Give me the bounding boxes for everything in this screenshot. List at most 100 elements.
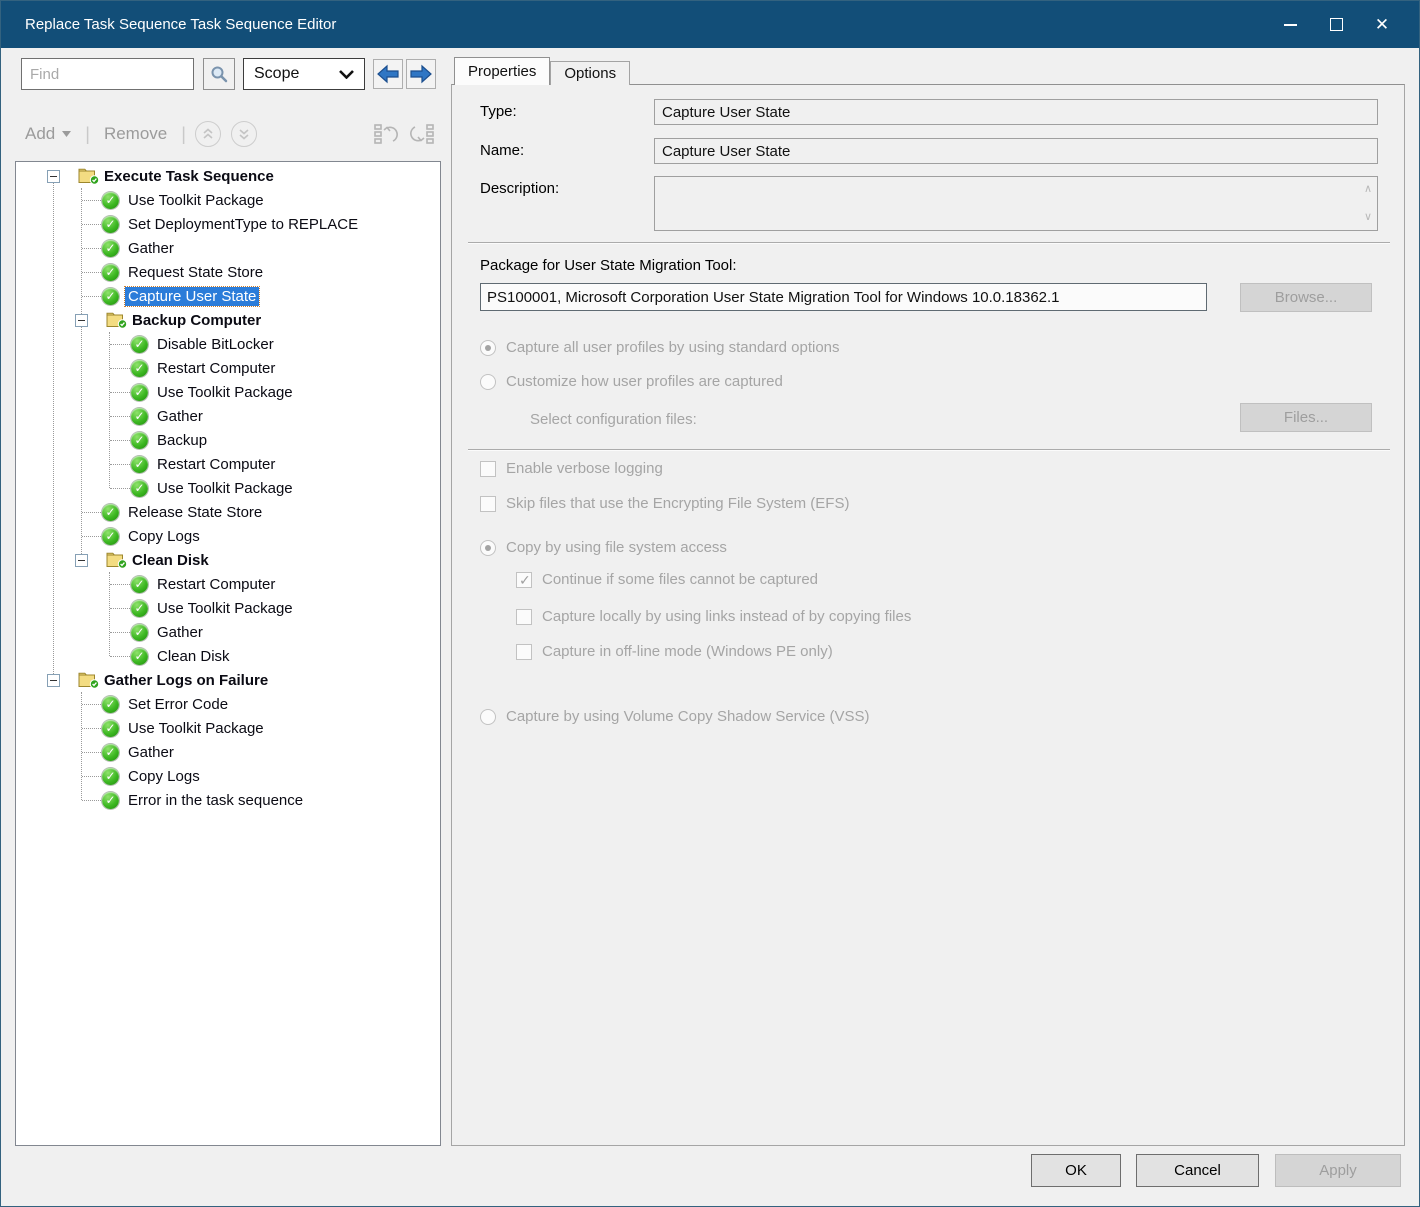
- tree-expander[interactable]: [75, 554, 88, 567]
- tree-item-label: Gather: [128, 240, 174, 257]
- tree-item-selected[interactable]: Capture User State: [16, 284, 440, 308]
- tree-item[interactable]: Use Toolkit Package: [16, 188, 440, 212]
- tree-item-label: Clean Disk: [132, 552, 209, 569]
- folder-icon: [78, 167, 100, 185]
- continue-files-checkbox[interactable]: [516, 572, 532, 588]
- tree-item[interactable]: Error in the task sequence: [16, 788, 440, 812]
- capture-links-checkbox[interactable]: [516, 609, 532, 625]
- tree-expander[interactable]: [47, 674, 60, 687]
- tree-item[interactable]: Use Toolkit Package: [16, 476, 440, 500]
- tree-item[interactable]: Clean Disk: [16, 644, 440, 668]
- verbose-checkbox[interactable]: [480, 461, 496, 477]
- step-check-icon: [102, 720, 119, 737]
- maximize-icon: [1330, 18, 1343, 31]
- tree-item[interactable]: Use Toolkit Package: [16, 596, 440, 620]
- tree-item[interactable]: Disable BitLocker: [16, 332, 440, 356]
- tab-properties[interactable]: Properties: [454, 57, 550, 85]
- add-button[interactable]: Add: [15, 124, 81, 144]
- tree-item-label: Backup Computer: [132, 312, 261, 329]
- tree-item[interactable]: Restart Computer: [16, 356, 440, 380]
- properties-panel: Type: Capture User State Name: Capture U…: [451, 84, 1405, 1146]
- type-value: Capture User State: [662, 104, 790, 121]
- tree-item[interactable]: Backup Computer: [16, 308, 440, 332]
- tree-item[interactable]: Set DeploymentType to REPLACE: [16, 212, 440, 236]
- capture-offline-checkbox[interactable]: [516, 644, 532, 660]
- tree-item[interactable]: Execute Task Sequence: [16, 164, 440, 188]
- tree-item[interactable]: Restart Computer: [16, 452, 440, 476]
- capture-standard-radio[interactable]: [480, 340, 496, 356]
- maximize-button[interactable]: [1313, 1, 1359, 48]
- find-next-button[interactable]: [406, 59, 436, 89]
- tree-item[interactable]: Gather Logs on Failure: [16, 668, 440, 692]
- step-check-icon: [131, 600, 148, 617]
- step-check-icon: [131, 624, 148, 641]
- description-field[interactable]: ∧ ∨: [654, 176, 1378, 231]
- tree-item[interactable]: Clean Disk: [16, 548, 440, 572]
- cancel-button[interactable]: Cancel: [1136, 1154, 1259, 1187]
- tree-item-label: Use Toolkit Package: [128, 720, 264, 737]
- tree-item-label: Request State Store: [128, 264, 263, 281]
- scope-dropdown[interactable]: Scope: [243, 58, 365, 90]
- step-check-icon: [102, 792, 119, 809]
- tree-item[interactable]: Copy Logs: [16, 524, 440, 548]
- copy-fs-row: Copy by using file system access: [480, 539, 727, 556]
- package-field[interactable]: PS100001, Microsoft Corporation User Sta…: [480, 283, 1207, 311]
- tree-expander[interactable]: [75, 314, 88, 327]
- files-button[interactable]: Files...: [1240, 403, 1372, 432]
- name-field[interactable]: Capture User State: [654, 138, 1378, 164]
- ok-button[interactable]: OK: [1031, 1154, 1121, 1187]
- close-button[interactable]: ✕: [1359, 1, 1405, 48]
- copy-fs-radio[interactable]: [480, 540, 496, 556]
- find-previous-button[interactable]: [373, 59, 403, 89]
- tree-item[interactable]: Gather: [16, 740, 440, 764]
- tree-item[interactable]: Use Toolkit Package: [16, 380, 440, 404]
- tree-item[interactable]: Backup: [16, 428, 440, 452]
- tree-item-label: Release State Store: [128, 504, 262, 521]
- tree-item[interactable]: Request State Store: [16, 260, 440, 284]
- step-check-icon: [131, 360, 148, 377]
- tree-item-label: Gather: [157, 624, 203, 641]
- tree-item[interactable]: Release State Store: [16, 500, 440, 524]
- tree-item[interactable]: Copy Logs: [16, 764, 440, 788]
- tree-item[interactable]: Gather: [16, 236, 440, 260]
- expand-groups-icon[interactable]: [409, 122, 435, 146]
- tree-item-label: Gather: [128, 744, 174, 761]
- tree-item[interactable]: Set Error Code: [16, 692, 440, 716]
- apply-button[interactable]: Apply: [1275, 1154, 1401, 1187]
- remove-button[interactable]: Remove: [94, 124, 177, 144]
- skip-efs-checkbox[interactable]: [480, 496, 496, 512]
- tree-item-label: Execute Task Sequence: [104, 168, 274, 185]
- tree-item-label: Use Toolkit Package: [157, 480, 293, 497]
- tree-item-label: Capture User State: [125, 287, 259, 306]
- title-bar: Replace Task Sequence Task Sequence Edit…: [1, 1, 1419, 48]
- capture-links-label: Capture locally by using links instead o…: [542, 608, 911, 625]
- tab-options[interactable]: Options: [550, 61, 630, 85]
- tree-item-label: Clean Disk: [157, 648, 230, 665]
- package-label: Package for User State Migration Tool:: [480, 257, 737, 274]
- tree-item[interactable]: Use Toolkit Package: [16, 716, 440, 740]
- tree-item[interactable]: Restart Computer: [16, 572, 440, 596]
- step-check-icon: [131, 648, 148, 665]
- type-label: Type:: [480, 103, 517, 120]
- tree-item[interactable]: Gather: [16, 404, 440, 428]
- tree-item[interactable]: Gather: [16, 620, 440, 644]
- search-button[interactable]: [203, 58, 235, 90]
- browse-button[interactable]: Browse...: [1240, 283, 1372, 312]
- move-down-button[interactable]: [231, 121, 257, 147]
- capture-custom-radio[interactable]: [480, 374, 496, 390]
- collapse-groups-icon[interactable]: [373, 122, 399, 146]
- chevron-down-icon: [62, 131, 71, 137]
- scroll-up-icon[interactable]: ∧: [1364, 184, 1372, 195]
- scroll-down-icon[interactable]: ∨: [1364, 212, 1372, 223]
- step-check-icon: [102, 240, 119, 257]
- tree-item-label: Set DeploymentType to REPLACE: [128, 216, 358, 233]
- type-field[interactable]: Capture User State: [654, 99, 1378, 125]
- tree-expander[interactable]: [47, 170, 60, 183]
- minimize-button[interactable]: [1267, 1, 1313, 48]
- folder-icon: [106, 311, 128, 329]
- continue-files-row: Continue if some files cannot be capture…: [516, 571, 818, 588]
- capture-vss-radio[interactable]: [480, 709, 496, 725]
- tree-item-label: Use Toolkit Package: [128, 192, 264, 209]
- description-label: Description:: [480, 180, 559, 197]
- move-up-button[interactable]: [195, 121, 221, 147]
